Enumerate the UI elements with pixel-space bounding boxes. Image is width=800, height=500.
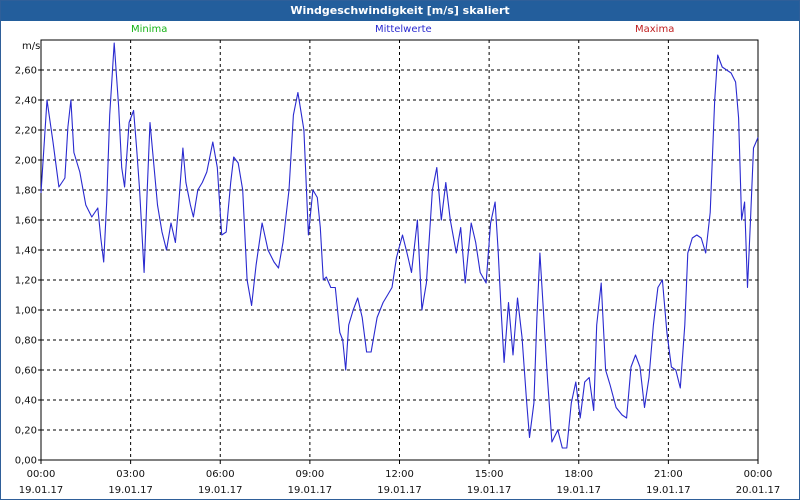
x-tick-date-label: 19.01.17 bbox=[377, 485, 422, 496]
y-tick-label: 2,60 bbox=[15, 66, 37, 77]
y-tick-label: 1,00 bbox=[15, 306, 37, 317]
x-tick-date-label: 19.01.17 bbox=[19, 485, 64, 496]
y-tick-label: 1,80 bbox=[15, 186, 37, 197]
y-tick-label: 0,60 bbox=[15, 366, 37, 377]
x-tick-time-label: 15:00 bbox=[475, 469, 504, 480]
x-tick-time-label: 21:00 bbox=[654, 469, 683, 480]
x-tick-date-label: 19.01.17 bbox=[198, 485, 243, 496]
x-tick-time-label: 18:00 bbox=[564, 469, 593, 480]
x-tick-date-label: 19.01.17 bbox=[467, 485, 512, 496]
x-tick-date-label: 19.01.17 bbox=[288, 485, 333, 496]
y-tick-label: 0,80 bbox=[15, 336, 37, 347]
y-tick-label: 0,40 bbox=[15, 396, 37, 407]
y-tick-label: 0,00 bbox=[15, 456, 37, 467]
x-tick-time-label: 09:00 bbox=[295, 469, 324, 480]
y-tick-label: 2,20 bbox=[15, 126, 37, 137]
y-tick-label: 1,40 bbox=[15, 246, 37, 257]
x-tick-time-label: 12:00 bbox=[385, 469, 414, 480]
y-tick-label: 2,00 bbox=[15, 156, 37, 167]
x-tick-date-label: 20.01.17 bbox=[736, 485, 781, 496]
y-tick-label: 0,20 bbox=[15, 426, 37, 437]
x-tick-time-label: 00:00 bbox=[744, 469, 773, 480]
x-tick-time-label: 00:00 bbox=[27, 469, 56, 480]
x-tick-date-label: 19.01.17 bbox=[646, 485, 691, 496]
x-tick-time-label: 03:00 bbox=[116, 469, 145, 480]
x-tick-time-label: 06:00 bbox=[206, 469, 235, 480]
y-tick-label: 1,60 bbox=[15, 216, 37, 227]
x-tick-date-label: 19.01.17 bbox=[556, 485, 601, 496]
y-tick-label: 1,20 bbox=[15, 276, 37, 287]
x-tick-date-label: 19.01.17 bbox=[108, 485, 153, 496]
y-tick-label: 2,40 bbox=[15, 96, 37, 107]
line-chart: m/s 0,00 0,20 0,40 0,60 0,80 1,00 1,20 1,40 1,60… bbox=[15, 39, 781, 496]
series-line-mittelwerte bbox=[40, 42, 759, 449]
y-axis-unit: m/s bbox=[22, 41, 40, 52]
